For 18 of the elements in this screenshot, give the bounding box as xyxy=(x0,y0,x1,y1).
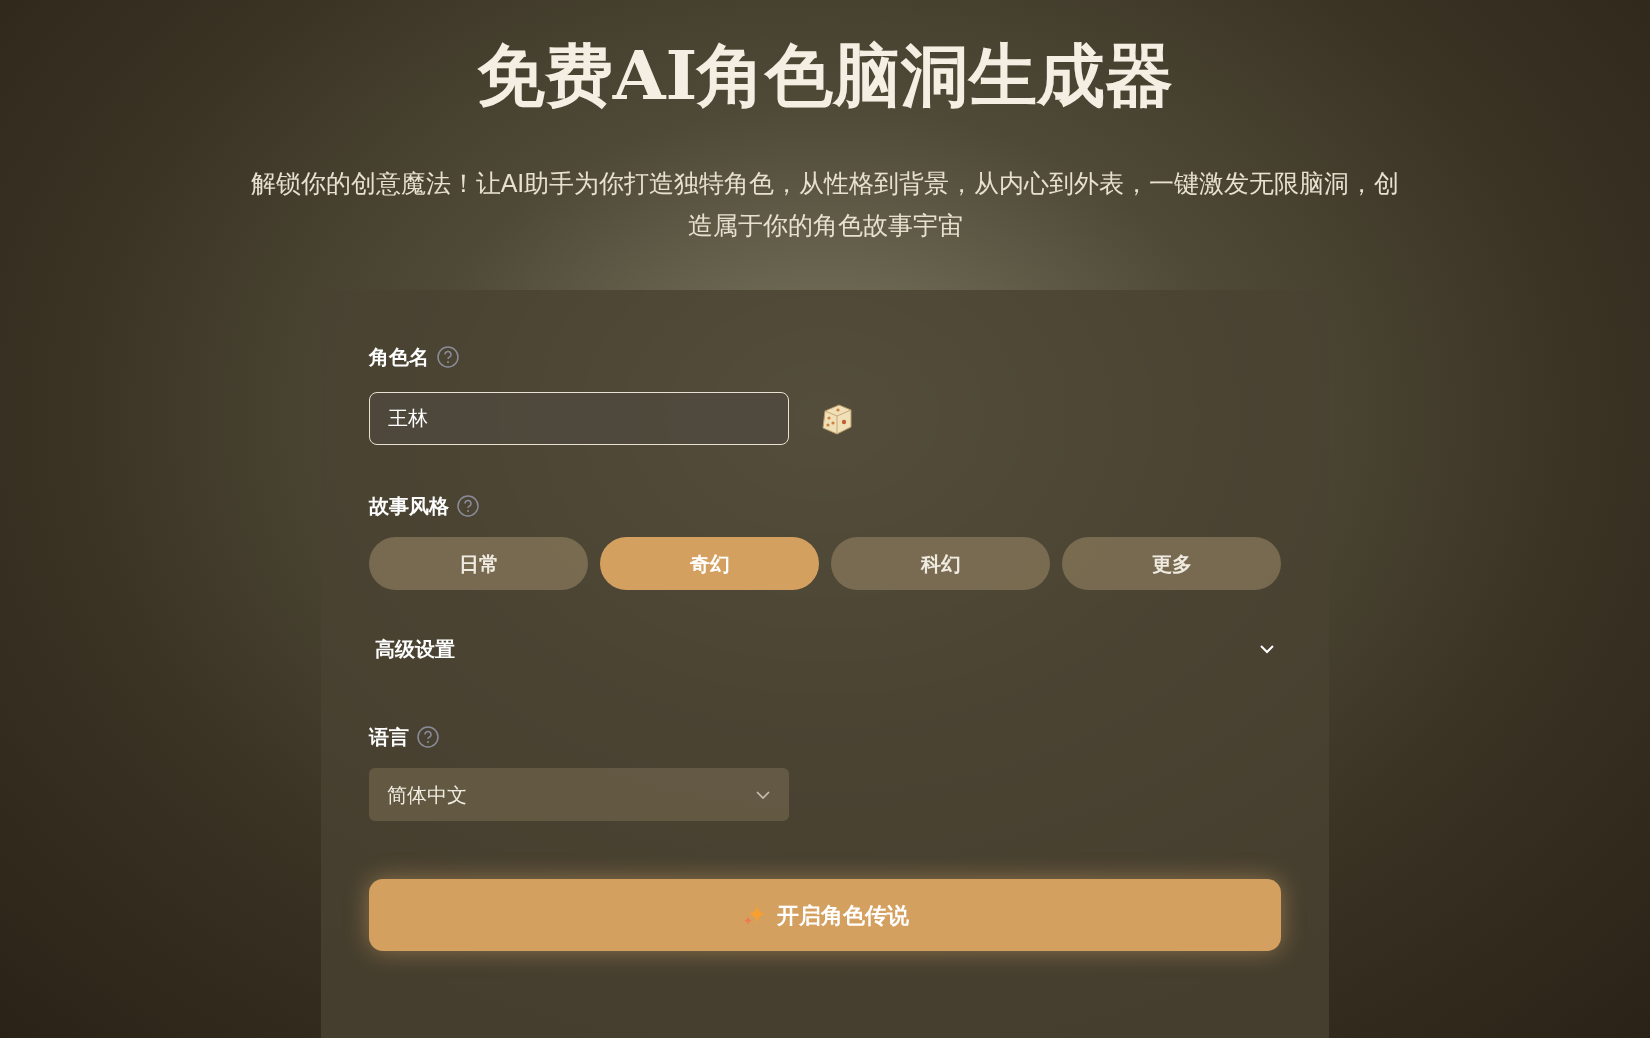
help-icon[interactable] xyxy=(457,495,479,517)
submit-button[interactable]: 开启角色传说 xyxy=(369,879,1281,951)
style-option[interactable]: 更多 xyxy=(1062,537,1281,590)
page-title: 免费AI角色脑洞生成器 xyxy=(476,34,1174,117)
help-icon[interactable] xyxy=(417,726,439,748)
style-option[interactable]: 科幻 xyxy=(831,537,1050,590)
page-subtitle: 解锁你的创意魔法！让AI助手为你打造独特角色，从性格到背景，从内心到外表，一键激发无限脑洞，创造属于你的角色故事宇宙 xyxy=(250,168,1400,241)
chevron-icon xyxy=(755,789,771,800)
field-label: 语言 xyxy=(369,725,409,750)
style-option[interactable]: 奇幻 xyxy=(600,537,819,590)
field-label: 角色名 xyxy=(369,345,429,370)
language-select[interactable]: 简体中文 xyxy=(369,768,789,821)
name-input[interactable]: 王林 xyxy=(369,392,789,445)
field-label: 故事风格 xyxy=(369,494,449,519)
style-option[interactable]: 日常 xyxy=(369,537,588,590)
help-icon[interactable] xyxy=(437,346,459,368)
chevron-icon[interactable] xyxy=(1259,644,1275,654)
section-toggle-label[interactable]: 高级设置 xyxy=(375,634,455,664)
